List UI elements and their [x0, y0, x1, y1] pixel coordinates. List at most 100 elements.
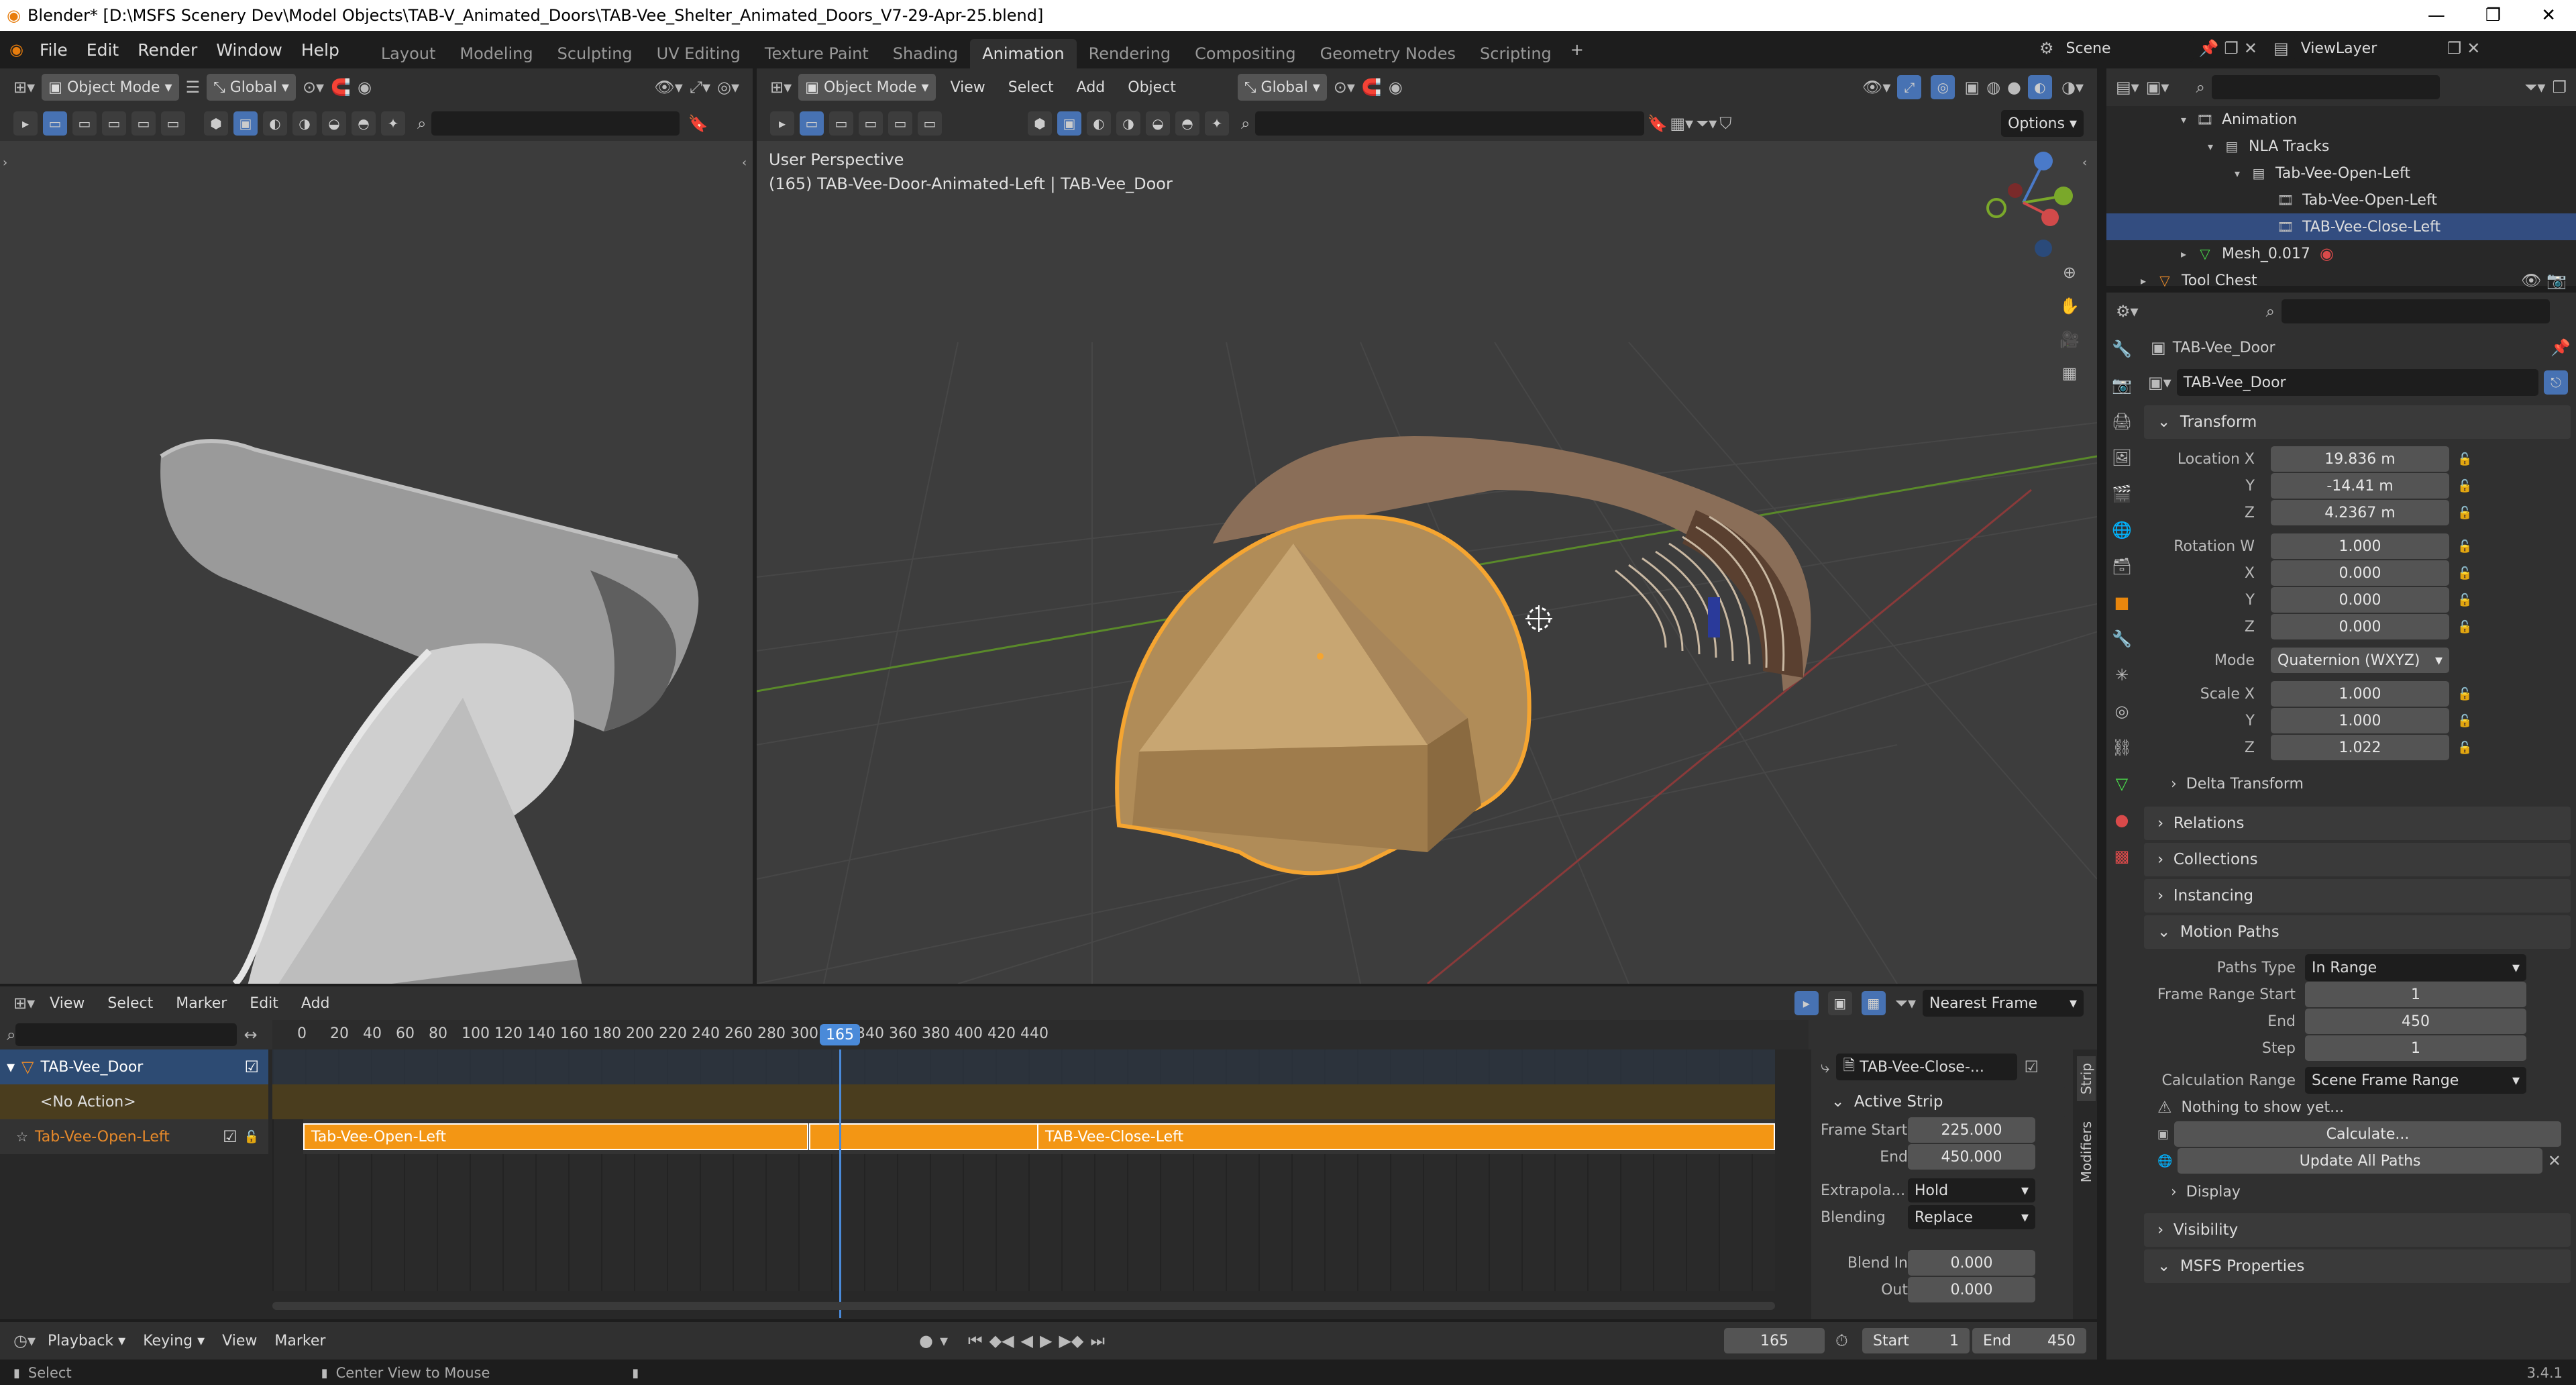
- properties-search-icon[interactable]: ⌕: [2266, 302, 2275, 321]
- main-overlay-icon[interactable]: ◎: [1931, 75, 1955, 99]
- menu-file[interactable]: File: [30, 40, 77, 60]
- rotation-w-field[interactable]: 1.000: [2271, 533, 2449, 559]
- filter-light-icon[interactable]: ◑: [292, 111, 317, 136]
- texture-tab-icon[interactable]: ▩: [2114, 847, 2130, 866]
- outliner-display-mode-icon[interactable]: ▣▾: [2146, 78, 2169, 97]
- main-bookmark-icon[interactable]: 🔖: [1647, 114, 1667, 133]
- active-strip-header[interactable]: ⌄ Active Strip: [1818, 1087, 2066, 1117]
- constraints-tab-icon[interactable]: ⛓: [2112, 738, 2132, 757]
- nla-search-icon[interactable]: ⌕: [7, 1025, 15, 1044]
- nla-show-hidden-icon[interactable]: ▦: [1861, 991, 1886, 1015]
- material-tab-icon[interactable]: ●: [2115, 811, 2129, 829]
- playback-menu[interactable]: Playback ▾: [42, 1333, 131, 1349]
- strip-tab[interactable]: Strip: [2077, 1056, 2096, 1102]
- end-frame-field[interactable]: End 450: [1972, 1328, 2086, 1353]
- blend-out-field[interactable]: 0.000: [1908, 1277, 2035, 1302]
- scene-tab-icon[interactable]: 🎬: [2112, 484, 2132, 503]
- left-search-field[interactable]: [431, 111, 680, 136]
- left-sidebar-toggle-icon[interactable]: ‹: [742, 156, 747, 170]
- main-orientation-dropdown[interactable]: ⤡ Global ▾: [1237, 74, 1327, 101]
- timeline-view-menu[interactable]: View: [217, 1333, 262, 1349]
- particles-tab-icon[interactable]: ✳: [2115, 666, 2129, 684]
- render-tab-icon[interactable]: 📷: [2112, 376, 2132, 395]
- add-workspace-icon[interactable]: +: [1570, 40, 1584, 59]
- lock-rotation-x-icon[interactable]: 🔓: [2457, 566, 2472, 580]
- main-select-tool-icon[interactable]: ▸: [770, 111, 794, 136]
- workspace-tab-shading[interactable]: Shading: [881, 39, 971, 68]
- zoom-icon[interactable]: ⊕: [2059, 263, 2080, 282]
- timeline-marker-menu[interactable]: Marker: [269, 1333, 331, 1349]
- modifiers-tab[interactable]: Modifiers: [2077, 1115, 2096, 1189]
- lock-scale-x-icon[interactable]: 🔓: [2457, 687, 2472, 701]
- scale-x-field[interactable]: 1.000: [2271, 681, 2449, 707]
- overlay-icon[interactable]: ◎▾: [717, 78, 753, 97]
- workspace-tab-scripting[interactable]: Scripting: [1468, 39, 1564, 68]
- extrapolation-dropdown[interactable]: Hold ▾: [1908, 1178, 2035, 1202]
- outliner-expand-icon[interactable]: ▸: [2174, 248, 2194, 260]
- workspace-tab-animation[interactable]: Animation: [970, 39, 1077, 68]
- minimize-icon[interactable]: —: [2428, 5, 2445, 25]
- frame-range-start-field[interactable]: 1: [2305, 982, 2526, 1007]
- main-select-intersect-icon[interactable]: ▭: [918, 111, 942, 136]
- nla-only-selected-icon[interactable]: ▣: [1827, 991, 1852, 1015]
- delete-view-layer-icon[interactable]: ✕: [2467, 39, 2480, 58]
- paths-type-dropdown[interactable]: In Range ▾: [2305, 954, 2526, 981]
- main-filter-empty-icon[interactable]: ◓: [1175, 111, 1199, 136]
- nla-select-tool-icon[interactable]: ▸: [1794, 991, 1819, 1015]
- search-icon[interactable]: ⌕: [417, 114, 426, 133]
- main-select-extend-icon[interactable]: ▭: [829, 111, 853, 136]
- outliner-item[interactable]: 🎞 Tab-Vee-Open-Left: [2106, 187, 2576, 213]
- filter-camera-icon[interactable]: ◒: [322, 111, 346, 136]
- world-tab-icon[interactable]: 🌐: [2112, 521, 2132, 540]
- prev-keyframe-icon[interactable]: ◆◀: [989, 1331, 1014, 1350]
- preview-range-icon[interactable]: ⏱: [1835, 1331, 1848, 1350]
- display-subpanel-header[interactable]: › Display: [2144, 1178, 2571, 1205]
- main-search-field[interactable]: [1255, 111, 1645, 136]
- outliner-search-icon[interactable]: ⌕: [2196, 78, 2204, 97]
- proportional-edit-icon[interactable]: ◉: [358, 78, 372, 97]
- lock-scale-z-icon[interactable]: 🔓: [2457, 741, 2472, 755]
- playhead-line[interactable]: [839, 1049, 841, 1318]
- play-icon[interactable]: ▶: [1040, 1331, 1052, 1350]
- nla-menu-add[interactable]: Add: [293, 995, 338, 1012]
- outliner-item[interactable]: ▾ ▤ NLA Tracks: [2106, 133, 2576, 160]
- rotation-mode-dropdown[interactable]: Quaternion (WXYZ) ▾: [2271, 648, 2449, 673]
- left-viewport[interactable]: ⊞▾ ▣ Object Mode ▾ ☰ ⤡ Global ▾ ⊙▾ 🧲 ◉ 👁…: [0, 68, 753, 984]
- relations-panel-header[interactable]: › Relations: [2144, 807, 2571, 840]
- gizmo-icon[interactable]: ⤢▾: [690, 78, 710, 97]
- workspace-tab-uv-editing[interactable]: UV Editing: [645, 39, 753, 68]
- modifier-tab-icon[interactable]: 🔧: [2112, 629, 2132, 648]
- physics-tab-icon[interactable]: ◎: [2115, 702, 2129, 721]
- main-filter-light-icon[interactable]: ◑: [1116, 111, 1140, 136]
- main-viewport[interactable]: ⊞▾ ▣ Object Mode ▾ View Select Add Objec…: [757, 68, 2097, 984]
- menu-window[interactable]: Window: [207, 40, 292, 60]
- outliner-expand-icon[interactable]: ▾: [2227, 167, 2247, 180]
- object-type-icon[interactable]: ⬢: [204, 111, 228, 136]
- motion-paths-panel-header[interactable]: ⌄ Motion Paths: [2144, 915, 2571, 949]
- fake-user-icon[interactable]: ⎋: [2544, 370, 2568, 395]
- workspace-tab-modeling[interactable]: Modeling: [447, 39, 545, 68]
- tool-tab-icon[interactable]: 🔧: [2112, 340, 2132, 358]
- left-viewport-canvas[interactable]: [0, 141, 753, 984]
- outliner-expand-icon[interactable]: ▾: [2174, 113, 2194, 126]
- left-orientation-dropdown[interactable]: ⤡ Global ▾: [207, 74, 296, 101]
- nla-filter-icon[interactable]: ⏷▾: [1895, 994, 1916, 1013]
- delta-transform-header[interactable]: › Delta Transform: [2144, 770, 2571, 797]
- view-layer-field[interactable]: ViewLayer: [2294, 35, 2442, 62]
- outliner-item[interactable]: ▾ ▤ Tab-Vee-Open-Left: [2106, 160, 2576, 187]
- xray-icon[interactable]: ▣: [1964, 78, 1980, 97]
- camera-view-icon[interactable]: 🎥: [2059, 330, 2080, 349]
- bookmark-icon[interactable]: 🔖: [688, 114, 708, 133]
- filter-other-icon[interactable]: ✦: [381, 111, 405, 136]
- left-toolbar-toggle-icon[interactable]: ›: [3, 156, 7, 170]
- rotation-x-field[interactable]: 0.000: [2271, 560, 2449, 586]
- main-object-type-icon[interactable]: ⬢: [1028, 111, 1052, 136]
- main-select-box-icon[interactable]: ▭: [800, 111, 824, 136]
- lock-location-x-icon[interactable]: 🔓: [2457, 452, 2472, 466]
- transform-panel-header[interactable]: ⌄ Transform: [2144, 405, 2571, 439]
- workspace-tab-layout[interactable]: Layout: [369, 39, 448, 68]
- main-pivot-icon[interactable]: ⊙▾: [1334, 78, 1355, 97]
- properties-editor-icon[interactable]: ⚙▾: [2116, 302, 2139, 321]
- track-checkbox[interactable]: ☑: [223, 1127, 237, 1146]
- jump-end-icon[interactable]: ⏭: [1090, 1331, 1105, 1350]
